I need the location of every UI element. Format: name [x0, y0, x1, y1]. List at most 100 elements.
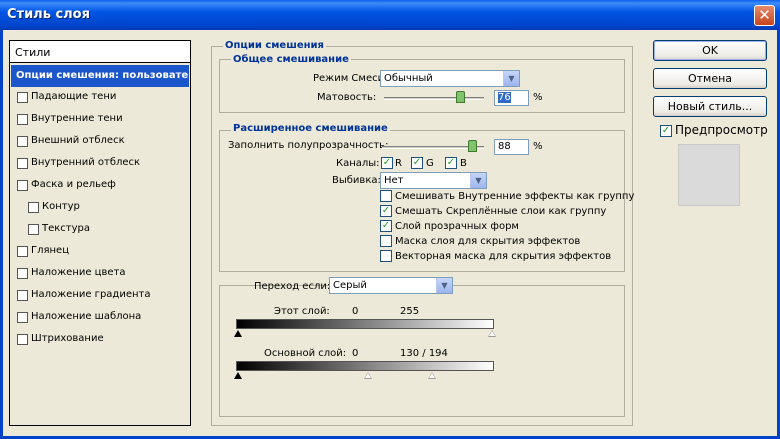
underlying-layer-min: 0 [352, 348, 359, 359]
advanced-option-checkbox[interactable] [380, 235, 392, 247]
general-blending-title: Общее смешивание [231, 54, 351, 65]
fill-opacity-input[interactable]: 88 [494, 139, 529, 155]
fill-opacity-slider-thumb[interactable] [467, 140, 477, 152]
channel-g-checkbox[interactable]: ✓ [411, 157, 423, 169]
style-preview-swatch [678, 144, 740, 206]
this-layer-label: Этот слой: [274, 306, 330, 317]
underlying-layer-split-low-slider[interactable] [363, 372, 372, 379]
style-item-label: Контур [42, 201, 80, 212]
this-layer-black-slider[interactable] [234, 330, 242, 337]
knockout-select[interactable]: Нет ▼ [380, 172, 487, 189]
blend-mode-select[interactable]: Обычный ▼ [380, 70, 520, 87]
blend-if-value: Серый [333, 280, 367, 291]
style-item[interactable]: Глянец [11, 241, 189, 263]
style-item[interactable]: Наложение шаблона [11, 307, 189, 329]
channel-r-checkbox[interactable]: ✓ [381, 157, 393, 169]
style-item-label: Наложение градиента [31, 289, 151, 300]
style-item-checkbox[interactable] [17, 92, 28, 103]
style-item[interactable]: Фаска и рельеф [11, 175, 189, 197]
opacity-input[interactable]: 76 [494, 90, 529, 106]
knockout-value: Нет [384, 175, 404, 186]
opacity-slider-track[interactable] [384, 97, 484, 100]
style-item-checkbox[interactable] [28, 224, 39, 235]
advanced-option-checkbox[interactable] [380, 190, 392, 202]
style-item-label: Опции смешения: пользовательс [16, 70, 188, 81]
style-item[interactable]: Текстура [11, 219, 189, 241]
style-item[interactable]: Штрихование [11, 329, 189, 351]
this-layer-white-slider[interactable] [488, 330, 496, 337]
style-item[interactable]: Внешний отблеск [11, 131, 189, 153]
style-item-label: Внешний отблеск [31, 135, 125, 146]
style-item-checkbox[interactable] [17, 312, 28, 323]
channel-r-label: R [395, 158, 402, 169]
cancel-button[interactable]: Отмена [653, 68, 767, 89]
this-layer-max: 255 [400, 306, 420, 317]
style-item-checkbox[interactable] [17, 290, 28, 301]
style-item-label: Текстура [42, 223, 91, 234]
underlying-layer-max: 130 / 194 [400, 348, 448, 359]
style-item[interactable]: Наложение градиента [11, 285, 189, 307]
opacity-label: Матовость: [317, 92, 377, 103]
underlying-layer-black-slider[interactable] [234, 372, 242, 379]
style-item-label: Наложение шаблона [31, 311, 142, 322]
channel-b-label: B [460, 158, 467, 169]
advanced-option-label: Смешать Скреплённые слои как группу [395, 206, 607, 217]
new-style-button[interactable]: Новый стиль... [653, 96, 767, 117]
underlying-layer-split-high-slider[interactable] [428, 372, 437, 379]
chevron-down-icon: ▼ [470, 173, 486, 188]
style-item-label: Фаска и рельеф [31, 179, 116, 190]
title-bar: Стиль слоя ✕ [0, 0, 780, 30]
style-item-checkbox[interactable] [17, 114, 28, 125]
style-item-checkbox[interactable] [17, 136, 28, 147]
this-layer-gradient [236, 319, 494, 329]
style-item[interactable]: Наложение цвета [11, 263, 189, 285]
advanced-option-label: Смешивать Внутренние эффекты как группу [395, 191, 635, 202]
style-item[interactable]: Внутренние тени [11, 109, 189, 131]
styles-list: Стили Опции смешения: пользовательс Падаю… [9, 40, 191, 426]
channels-label: Каналы: [336, 158, 380, 169]
opacity-slider-thumb[interactable] [456, 91, 465, 103]
preview-label: Предпросмотр [675, 123, 768, 137]
style-item[interactable]: Контур [11, 197, 189, 219]
preview-checkbox[interactable]: ✓ [660, 125, 672, 137]
style-item[interactable]: Падающие тени [11, 87, 189, 109]
advanced-blending-title: Расширенное смешивание [231, 123, 390, 134]
style-item-checkbox[interactable] [17, 268, 28, 279]
ok-button[interactable]: OK [653, 40, 767, 61]
advanced-option-checkbox[interactable]: ✓ [380, 205, 392, 217]
blending-options-title: Опции смешения [223, 40, 326, 51]
style-item[interactable]: Внутренний отблеск [11, 153, 189, 175]
advanced-option-label: Маска слоя для скрытия эффектов [395, 236, 581, 247]
styles-header: Стили [10, 41, 190, 63]
fill-percent-label: % [533, 141, 543, 152]
channel-b-checkbox[interactable]: ✓ [445, 157, 457, 169]
advanced-option-label: Слой прозрачных форм [395, 221, 519, 232]
underlying-layer-gradient [236, 361, 494, 371]
channel-g-label: G [426, 158, 434, 169]
style-item[interactable]: Опции смешения: пользовательс [11, 65, 189, 87]
style-item-label: Внутренний отблеск [31, 157, 141, 168]
style-item-label: Внутренние тени [31, 113, 123, 124]
fill-opacity-label: Заполнить полупрозрачность: [228, 140, 389, 151]
this-layer-min: 0 [352, 306, 359, 317]
opacity-percent-label: % [533, 92, 543, 103]
style-item-checkbox[interactable] [17, 246, 28, 257]
close-button[interactable]: ✕ [754, 5, 775, 26]
knockout-label: Выбивка: [332, 175, 381, 186]
style-item-label: Глянец [31, 245, 70, 256]
chevron-down-icon: ▼ [503, 71, 519, 86]
opacity-value: 76 [498, 92, 511, 103]
style-item-checkbox[interactable] [17, 334, 28, 345]
advanced-option-checkbox[interactable]: ✓ [380, 220, 392, 232]
blend-mode-label: Режим Смеси: [313, 73, 388, 84]
blend-if-select[interactable]: Серый ▼ [329, 277, 453, 294]
advanced-option-checkbox[interactable] [380, 250, 392, 262]
blend-if-label: Переход если: [254, 281, 331, 292]
fill-opacity-value: 88 [498, 141, 511, 152]
style-item-checkbox[interactable] [28, 202, 39, 213]
underlying-layer-label: Основной слой: [264, 348, 347, 359]
style-item-checkbox[interactable] [17, 180, 28, 191]
style-item-label: Штрихование [31, 333, 104, 344]
chevron-down-icon: ▼ [436, 278, 452, 293]
style-item-checkbox[interactable] [17, 158, 28, 169]
